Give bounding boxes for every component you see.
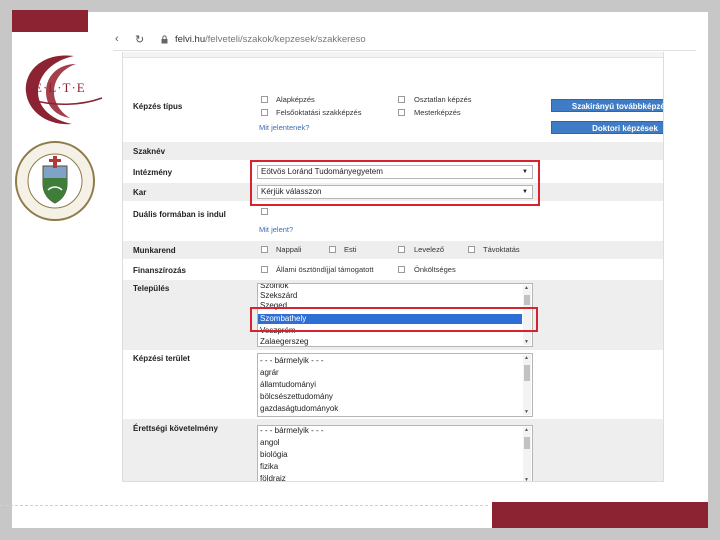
checkbox-allami-osztondij[interactable]: [261, 266, 268, 273]
tavoktatas-label: Távoktatás: [483, 245, 520, 254]
list-item[interactable]: földrajz: [260, 474, 286, 481]
scroll-down-icon[interactable]: ▼: [524, 477, 529, 481]
scroll-down-icon[interactable]: ▼: [524, 339, 529, 345]
doktori-kepzesek-button[interactable]: Doktori képzések: [551, 121, 663, 134]
osztatlan-label: Osztatlan képzés: [414, 95, 472, 104]
lock-icon: [161, 35, 168, 44]
kepzesi-terulet-listbox[interactable]: - - - bármelyik - - - agrár államtudomán…: [257, 353, 533, 417]
scroll-up-icon[interactable]: ▲: [524, 427, 529, 433]
dualis-help-link[interactable]: Mit jelent?: [259, 225, 293, 234]
kepzes-tipus-label: Képzés típus: [133, 102, 183, 111]
mesterkepzes-label: Mesterképzés: [414, 108, 461, 117]
list-item[interactable]: angol: [260, 438, 280, 448]
erettsegi-scrollbar[interactable]: ▲ ▼: [523, 427, 531, 481]
bottom-accent-bar: [492, 502, 708, 528]
list-item[interactable]: gazdaságtudományok: [260, 404, 338, 414]
scroll-down-icon[interactable]: ▼: [524, 409, 529, 415]
back-arrow-icon[interactable]: ‹: [115, 33, 119, 45]
list-item[interactable]: - - - bármelyik - - -: [260, 426, 324, 436]
row-dualis: Duális formában is indul Mit jelent?: [123, 205, 663, 241]
form-cut-off-top: [123, 52, 663, 58]
dualis-label: Duális formában is indul: [133, 210, 226, 219]
list-item[interactable]: fizika: [260, 462, 278, 472]
list-item[interactable]: Zalaegerszeg: [260, 337, 308, 346]
kepzes-tipus-help-link[interactable]: Mit jelentenek?: [259, 123, 309, 132]
row-kepzes-tipus: Képzés típus Alapképzés Osztatlan képzés…: [123, 60, 663, 142]
scroll-thumb[interactable]: [524, 295, 530, 305]
nappali-label: Nappali: [276, 245, 302, 254]
allami-osztondij-label: Állami ösztöndíjjal támogatott: [276, 265, 374, 274]
scroll-up-icon[interactable]: ▲: [524, 285, 529, 291]
kepzesi-terulet-scrollbar[interactable]: ▲ ▼: [523, 355, 531, 415]
row-finanszirozas: Finanszírozás Állami ösztöndíjjal támoga…: [123, 261, 663, 279]
university-seal-icon: [15, 141, 95, 221]
list-item[interactable]: biológia: [260, 450, 288, 460]
list-item[interactable]: Szekszárd: [260, 291, 297, 301]
url-host: felvi.hu: [175, 34, 206, 45]
elte-logo-text: E·L·T·E: [34, 80, 86, 95]
list-item[interactable]: államtudományi: [260, 380, 316, 390]
erettsegi-label: Érettségi követelmény: [133, 424, 218, 433]
reload-icon[interactable]: ↻: [135, 33, 144, 46]
scroll-thumb[interactable]: [524, 437, 530, 449]
finanszirozas-label: Finanszírozás: [133, 266, 186, 275]
browser-address-bar: ‹ ↻ felvi.hu/felveteli/szakok/kepzesek/s…: [113, 29, 696, 51]
checkbox-alapkepzes[interactable]: [261, 96, 268, 103]
url-path: /felveteli/szakok/kepzesek/szakkereso: [205, 34, 366, 45]
felsooktatasi-szakkepzes-label: Felsőoktatási szakképzés: [276, 108, 362, 117]
search-form: Képzés típus Alapképzés Osztatlan képzés…: [122, 52, 664, 482]
highlight-intezmeny-kar: [250, 160, 540, 206]
checkbox-nappali[interactable]: [261, 246, 268, 253]
row-erettsegi: Érettségi követelmény - - - bármelyik - …: [123, 419, 663, 481]
intezmeny-label: Intézmény: [133, 168, 173, 177]
url-field[interactable]: felvi.hu/felveteli/szakok/kepzesek/szakk…: [175, 34, 366, 45]
list-item[interactable]: Szolnok: [260, 284, 288, 291]
kar-label: Kar: [133, 188, 147, 197]
telepules-label: Település: [133, 284, 170, 293]
szakiranyu-tovabbkepzesek-button[interactable]: Szakirányú továbbképzések: [551, 99, 663, 112]
erettsegi-listbox[interactable]: - - - bármelyik - - - angol biológia fiz…: [257, 425, 533, 481]
footer-divider: [0, 505, 488, 506]
kepzesi-terulet-label: Képzési terület: [133, 354, 190, 363]
scroll-up-icon[interactable]: ▲: [524, 355, 529, 361]
alapkepzes-label: Alapképzés: [276, 95, 315, 104]
list-item[interactable]: agrár: [260, 368, 279, 378]
list-item[interactable]: - - - bármelyik - - -: [260, 356, 324, 366]
levelezo-label: Levelező: [414, 245, 445, 254]
scroll-thumb[interactable]: [524, 365, 530, 381]
onkoltseges-label: Önköltséges: [414, 265, 456, 274]
esti-label: Esti: [344, 245, 357, 254]
checkbox-esti[interactable]: [329, 246, 336, 253]
checkbox-osztatlan[interactable]: [398, 96, 405, 103]
checkbox-dualis[interactable]: [261, 208, 268, 215]
list-item[interactable]: bölcsészettudomány: [260, 392, 333, 402]
checkbox-mesterkepzes[interactable]: [398, 109, 405, 116]
munkarend-label: Munkarend: [133, 246, 176, 255]
highlight-telepules-selection: [250, 307, 538, 332]
checkbox-onkoltseges[interactable]: [398, 266, 405, 273]
checkbox-tavoktatas[interactable]: [468, 246, 475, 253]
checkbox-felsooktatasi-szakkepzes[interactable]: [261, 109, 268, 116]
row-munkarend: Munkarend Nappali Esti Levelező Távoktat…: [123, 241, 663, 259]
szaknev-input[interactable]: [257, 144, 533, 158]
row-kepzesi-terulet: Képzési terület - - - bármelyik - - - ag…: [123, 350, 663, 418]
checkbox-levelezo[interactable]: [398, 246, 405, 253]
row-szaknev: Szaknév: [123, 142, 663, 160]
top-accent-bar: [12, 10, 88, 32]
szaknev-label: Szaknév: [133, 147, 166, 156]
